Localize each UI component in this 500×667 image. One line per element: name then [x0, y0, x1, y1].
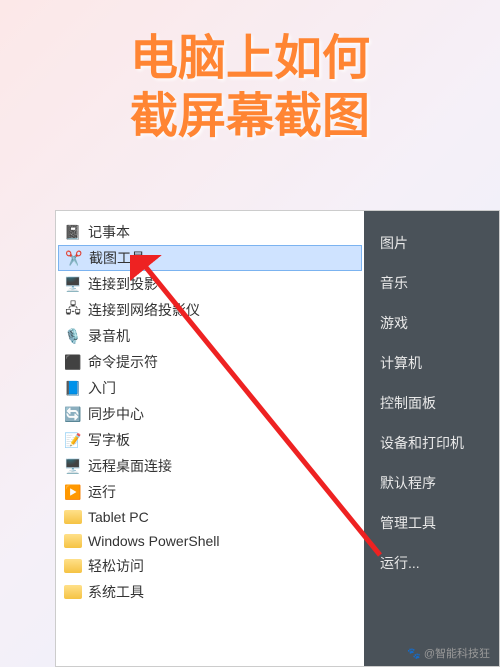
program-item-11[interactable]: Tablet PC	[56, 505, 364, 529]
program-label: 截图工具	[89, 248, 145, 268]
program-item-10[interactable]: ▶️ 运行	[56, 479, 364, 505]
system-links: 图片音乐游戏计算机控制面板设备和打印机默认程序管理工具运行...	[364, 211, 499, 666]
program-item-12[interactable]: Windows PowerShell	[56, 529, 364, 553]
start-menu-window: 📓 记事本 ✂️ 截图工具 🖥️ 连接到投影 🖧 连接到网络投影仪 🎙️ 录音机 ⬛ 命令提示符 📘 入门…	[55, 210, 500, 667]
app-icon: 📓	[64, 223, 82, 241]
app-icon: ✂️	[65, 249, 83, 267]
system-link-1[interactable]: 音乐	[364, 263, 499, 303]
program-item-8[interactable]: 📝 写字板	[56, 427, 364, 453]
program-label: 轻松访问	[88, 556, 144, 576]
program-label: 连接到投影	[88, 274, 158, 294]
app-icon: 🎙️	[64, 327, 82, 345]
system-link-6[interactable]: 默认程序	[364, 463, 499, 503]
app-icon: 🔄	[64, 405, 82, 423]
program-label: 运行	[88, 482, 116, 502]
system-link-0[interactable]: 图片	[364, 223, 499, 263]
program-item-5[interactable]: ⬛ 命令提示符	[56, 349, 364, 375]
program-label: 录音机	[88, 326, 130, 346]
app-icon: 🖧	[64, 301, 82, 319]
app-icon: 🖥️	[64, 275, 82, 293]
program-label: 记事本	[88, 222, 130, 242]
app-icon: 📘	[64, 379, 82, 397]
program-item-1[interactable]: ✂️ 截图工具	[58, 245, 362, 271]
program-item-7[interactable]: 🔄 同步中心	[56, 401, 364, 427]
program-item-4[interactable]: 🎙️ 录音机	[56, 323, 364, 349]
attribution-text: 🐾 @智能科技狂	[407, 645, 490, 661]
program-item-0[interactable]: 📓 记事本	[56, 219, 364, 245]
system-link-7[interactable]: 管理工具	[364, 503, 499, 543]
system-link-4[interactable]: 控制面板	[364, 383, 499, 423]
program-item-3[interactable]: 🖧 连接到网络投影仪	[56, 297, 364, 323]
folder-icon	[64, 557, 82, 575]
app-icon: ▶️	[64, 483, 82, 501]
programs-list: 📓 记事本 ✂️ 截图工具 🖥️ 连接到投影 🖧 连接到网络投影仪 🎙️ 录音机 ⬛ 命令提示符 📘 入门…	[56, 211, 364, 666]
program-label: 写字板	[88, 430, 130, 450]
program-label: 系统工具	[88, 582, 144, 602]
system-link-2[interactable]: 游戏	[364, 303, 499, 343]
title-line-1: 电脑上如何	[20, 30, 480, 88]
program-label: Windows PowerShell	[88, 533, 220, 549]
program-item-14[interactable]: 系统工具	[56, 579, 364, 605]
system-link-5[interactable]: 设备和打印机	[364, 423, 499, 463]
app-icon: 🖥️	[64, 457, 82, 475]
folder-icon	[64, 583, 82, 601]
program-label: 入门	[88, 378, 116, 398]
program-label: 远程桌面连接	[88, 456, 172, 476]
program-item-6[interactable]: 📘 入门	[56, 375, 364, 401]
program-label: 同步中心	[88, 404, 144, 424]
system-link-3[interactable]: 计算机	[364, 343, 499, 383]
program-label: 连接到网络投影仪	[88, 300, 200, 320]
title-line-2: 截屏幕截图	[20, 88, 480, 146]
page-title: 电脑上如何 截屏幕截图	[0, 0, 500, 165]
system-link-8[interactable]: 运行...	[364, 543, 499, 583]
program-label: 命令提示符	[88, 352, 158, 372]
folder-icon	[64, 532, 82, 550]
program-item-9[interactable]: 🖥️ 远程桌面连接	[56, 453, 364, 479]
app-icon: 📝	[64, 431, 82, 449]
program-label: Tablet PC	[88, 509, 149, 525]
program-item-13[interactable]: 轻松访问	[56, 553, 364, 579]
folder-icon	[64, 508, 82, 526]
app-icon: ⬛	[64, 353, 82, 371]
program-item-2[interactable]: 🖥️ 连接到投影	[56, 271, 364, 297]
